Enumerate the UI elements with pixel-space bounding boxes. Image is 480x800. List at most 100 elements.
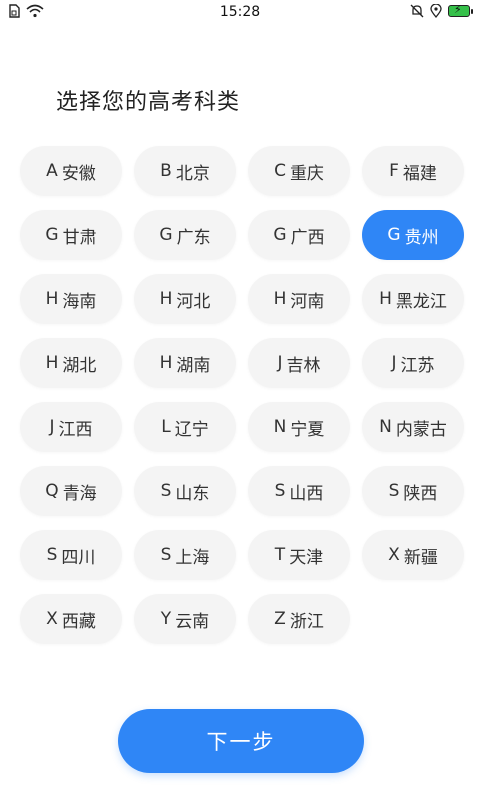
province-name: 海南: [62, 291, 97, 312]
province-name: 湖北: [62, 355, 97, 376]
province-letter: J: [49, 417, 55, 437]
province-letter: S: [274, 481, 286, 501]
province-option[interactable]: X 新疆: [362, 530, 464, 580]
province-letter: H: [45, 353, 59, 373]
province-name: 安徽: [61, 163, 96, 184]
province-letter: S: [46, 545, 58, 565]
province-name: 宁夏: [290, 419, 325, 440]
province-name: 江苏: [400, 355, 435, 376]
province-option[interactable]: T 天津: [248, 530, 350, 580]
province-name: 河南: [290, 291, 325, 312]
province-letter: G: [45, 225, 59, 245]
province-letter: G: [159, 225, 173, 245]
province-option[interactable]: S 陕西: [362, 466, 464, 516]
province-letter: H: [379, 289, 392, 309]
province-letter: S: [160, 481, 172, 501]
province-option[interactable]: G 贵州: [362, 210, 464, 260]
province-name: 上海: [175, 547, 210, 568]
province-name: 福建: [402, 163, 437, 184]
province-name: 天津: [289, 547, 324, 568]
province-letter: A: [46, 161, 58, 181]
province-name: 江西: [58, 419, 93, 440]
page-title: 选择您的高考科类: [56, 90, 241, 115]
province-name: 贵州: [404, 227, 439, 248]
province-option[interactable]: Z 浙江: [248, 594, 350, 644]
province-letter: S: [160, 545, 172, 565]
province-option[interactable]: N 宁夏: [248, 402, 350, 452]
province-option[interactable]: G 甘肃: [20, 210, 122, 260]
province-option[interactable]: C 重庆: [248, 146, 350, 196]
province-name: 浙江: [289, 611, 324, 632]
province-name: 河北: [176, 291, 211, 312]
province-option[interactable]: S 山西: [248, 466, 350, 516]
province-option[interactable]: G 广西: [248, 210, 350, 260]
province-option[interactable]: S 上海: [134, 530, 236, 580]
province-option[interactable]: H 黑龙江: [362, 274, 464, 324]
province-letter: B: [160, 161, 172, 181]
province-option[interactable]: G 广东: [134, 210, 236, 260]
status-right-icons: ⚡: [410, 3, 473, 18]
province-letter: S: [388, 481, 400, 501]
province-letter: G: [387, 225, 401, 245]
province-name: 西藏: [61, 611, 96, 632]
province-letter: L: [161, 417, 171, 437]
status-time: 15:28: [219, 4, 261, 20]
province-name: 云南: [175, 611, 210, 632]
province-name: 甘肃: [62, 227, 97, 248]
province-letter: Z: [274, 609, 286, 629]
province-letter: T: [274, 545, 286, 565]
province-option[interactable]: J 江苏: [362, 338, 464, 388]
province-name: 山东: [175, 483, 210, 504]
province-option[interactable]: S 山东: [134, 466, 236, 516]
province-option[interactable]: F 福建: [362, 146, 464, 196]
province-option[interactable]: H 河南: [248, 274, 350, 324]
province-option[interactable]: X 西藏: [20, 594, 122, 644]
province-letter: J: [277, 353, 283, 373]
province-letter: F: [389, 161, 399, 181]
province-name: 内蒙古: [395, 419, 447, 440]
province-name: 北京: [175, 163, 210, 184]
province-letter: C: [274, 161, 286, 181]
province-letter: Q: [45, 481, 59, 501]
province-letter: H: [45, 289, 59, 309]
province-name: 陕西: [403, 483, 438, 504]
province-name: 湖南: [176, 355, 211, 376]
province-option[interactable]: J 吉林: [248, 338, 350, 388]
next-step-button[interactable]: 下一步: [118, 709, 364, 773]
province-letter: J: [391, 353, 397, 373]
province-option[interactable]: N 内蒙古: [362, 402, 464, 452]
province-option[interactable]: H 湖北: [20, 338, 122, 388]
province-name: 新疆: [403, 547, 438, 568]
province-letter: X: [388, 545, 400, 565]
province-name: 青海: [62, 483, 97, 504]
province-option[interactable]: J 江西: [20, 402, 122, 452]
province-option[interactable]: H 海南: [20, 274, 122, 324]
location-icon: [430, 4, 442, 18]
province-letter: N: [273, 417, 287, 437]
province-option[interactable]: B 北京: [134, 146, 236, 196]
province-grid: A 安徽 B 北京 C 重庆 F 福建 G 甘肃 G 广东 G 广西 G 贵州 H 海南 H 河北 H 河南 H 黑龙江 H 湖北…: [20, 146, 464, 644]
province-letter: Y: [160, 609, 172, 629]
province-name: 山西: [289, 483, 324, 504]
province-option[interactable]: A 安徽: [20, 146, 122, 196]
battery-icon: ⚡: [448, 3, 473, 17]
province-letter: H: [273, 289, 287, 309]
province-option[interactable]: Q 青海: [20, 466, 122, 516]
province-name: 四川: [61, 547, 96, 568]
province-name: 黑龙江: [395, 291, 447, 312]
province-letter: G: [273, 225, 287, 245]
province-letter: H: [159, 289, 173, 309]
province-name: 吉林: [286, 355, 321, 376]
mute-bell-icon: [410, 4, 424, 18]
province-option[interactable]: H 湖南: [134, 338, 236, 388]
charging-bolt-icon: ⚡: [454, 3, 462, 16]
province-letter: N: [379, 417, 392, 437]
province-option[interactable]: H 河北: [134, 274, 236, 324]
province-name: 重庆: [289, 163, 324, 184]
province-letter: X: [46, 609, 58, 629]
status-bar: 15:28 ⚡: [0, 0, 480, 26]
province-option[interactable]: L 辽宁: [134, 402, 236, 452]
province-option[interactable]: Y 云南: [134, 594, 236, 644]
province-letter: H: [159, 353, 173, 373]
province-option[interactable]: S 四川: [20, 530, 122, 580]
